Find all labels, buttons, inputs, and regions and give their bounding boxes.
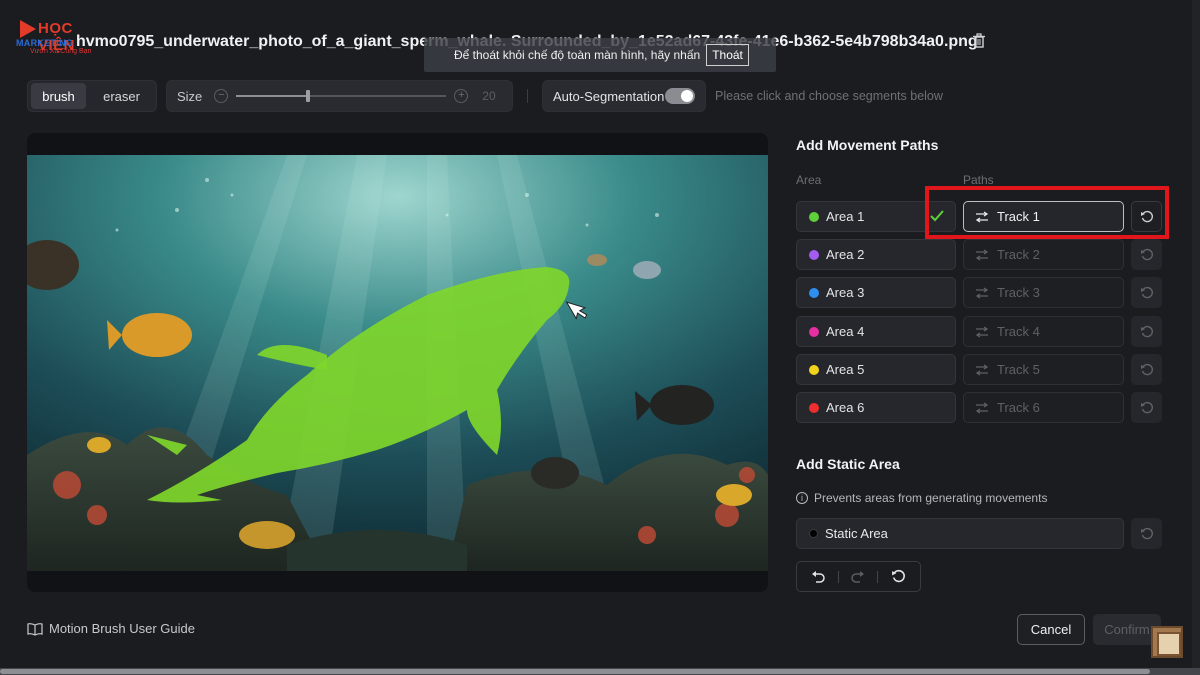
track-3-button[interactable]: Track 3 <box>963 277 1124 308</box>
track-5-reset-button[interactable] <box>1131 354 1162 385</box>
track-2-button[interactable]: Track 2 <box>963 239 1124 270</box>
paths-column-header: Paths <box>963 173 994 187</box>
image-canvas[interactable] <box>27 133 768 592</box>
toolbar-divider <box>527 89 528 103</box>
logo-text-sub: MARKETING <box>16 38 74 48</box>
area-label: Area 1 <box>826 209 865 224</box>
static-area-button[interactable]: Static Area <box>796 518 1124 549</box>
cancel-button[interactable]: Cancel <box>1017 614 1085 645</box>
area-column-header: Area <box>796 173 822 187</box>
underwater-photo[interactable] <box>27 155 768 571</box>
track-2-reset-button[interactable] <box>1131 239 1162 270</box>
path-arrows-icon <box>975 401 989 414</box>
static-area-reset-button[interactable] <box>1131 518 1162 549</box>
path-arrows-icon <box>975 248 989 261</box>
trash-icon[interactable] <box>972 33 986 49</box>
track-4-button[interactable]: Track 4 <box>963 316 1124 347</box>
area-label: Area 2 <box>826 247 865 262</box>
fullscreen-message: Để thoát khỏi chế độ toàn màn hình, hãy … <box>454 48 701 62</box>
movement-paths-title: Add Movement Paths <box>796 137 939 153</box>
eraser-button[interactable]: eraser <box>90 83 153 109</box>
static-area-label: Static Area <box>825 526 888 541</box>
track-6-reset-button[interactable] <box>1131 392 1162 423</box>
track-label: Track 2 <box>997 247 1040 262</box>
reset-all-icon[interactable] <box>891 569 906 584</box>
track-6-button[interactable]: Track 6 <box>963 392 1124 423</box>
segment-hint: Please click and choose segments below <box>715 89 943 103</box>
area-color-dot <box>809 211 819 222</box>
exit-fullscreen-button[interactable]: Thoát <box>706 44 749 66</box>
reset-icon <box>1140 401 1153 413</box>
track-5-button[interactable]: Track 5 <box>963 354 1124 385</box>
track-label: Track 5 <box>997 362 1040 377</box>
size-decrease-button[interactable]: − <box>214 89 229 103</box>
track-1-highlight-box <box>925 186 1169 239</box>
history-controls <box>796 561 921 592</box>
area-6-button[interactable]: Area 6 <box>796 392 956 423</box>
track-3-reset-button[interactable] <box>1131 277 1162 308</box>
undo-icon[interactable] <box>811 570 825 584</box>
user-guide-link[interactable]: Motion Brush User Guide <box>27 621 195 636</box>
area-label: Area 5 <box>826 362 865 377</box>
area-label: Area 4 <box>826 324 865 339</box>
redo-icon[interactable] <box>851 570 865 584</box>
static-area-info-text: Prevents areas from generating movements <box>814 491 1048 505</box>
track-label: Track 6 <box>997 400 1040 415</box>
brush-mode-group: brush eraser <box>27 80 157 112</box>
area-color-dot <box>809 287 819 298</box>
track-label: Track 4 <box>997 324 1040 339</box>
book-icon <box>27 622 43 636</box>
logo-play-icon <box>20 20 36 38</box>
size-slider-fill <box>236 95 308 97</box>
area-5-button[interactable]: Area 5 <box>796 354 956 385</box>
reset-icon <box>1140 527 1153 539</box>
path-arrows-icon <box>975 325 989 338</box>
area-label: Area 6 <box>826 400 865 415</box>
area-color-dot <box>809 402 819 413</box>
reset-icon <box>1140 286 1153 298</box>
user-guide-label: Motion Brush User Guide <box>49 621 195 636</box>
area-3-button[interactable]: Area 3 <box>796 277 956 308</box>
auto-segmentation-toggle[interactable] <box>665 88 695 104</box>
size-increase-button[interactable]: + <box>454 89 469 103</box>
fullscreen-banner: Để thoát khỏi chế độ toàn màn hình, hãy … <box>424 38 776 72</box>
size-value: 20 <box>482 89 496 103</box>
area-4-button[interactable]: Area 4 <box>796 316 956 347</box>
reset-icon <box>1140 363 1153 375</box>
vertical-scrollbar[interactable] <box>1192 0 1200 668</box>
frame-icon <box>1151 626 1183 658</box>
static-area-info: i Prevents areas from generating movemen… <box>796 491 1047 505</box>
reset-icon <box>1140 325 1153 337</box>
history-divider <box>837 570 839 583</box>
static-area-dot <box>809 529 818 538</box>
brush-button[interactable]: brush <box>31 83 87 109</box>
area-color-dot <box>809 364 819 375</box>
static-area-title: Add Static Area <box>796 456 900 472</box>
size-label: Size <box>177 88 203 104</box>
history-divider <box>877 570 879 583</box>
path-arrows-icon <box>975 363 989 376</box>
size-slider-handle[interactable] <box>305 90 310 102</box>
area-color-dot <box>809 249 819 260</box>
area-color-dot <box>809 326 819 337</box>
size-slider[interactable] <box>236 90 447 102</box>
path-arrows-icon <box>975 286 989 299</box>
auto-segmentation-control: Auto-Segmentation <box>542 80 706 112</box>
track-4-reset-button[interactable] <box>1131 316 1162 347</box>
info-icon: i <box>796 492 808 504</box>
reset-icon <box>1140 248 1153 260</box>
size-control: Size − + 20 <box>166 80 513 112</box>
horizontal-scrollbar-thumb[interactable] <box>0 669 1150 674</box>
area-2-button[interactable]: Area 2 <box>796 239 956 270</box>
auto-segmentation-label: Auto-Segmentation <box>553 88 665 104</box>
area-label: Area 3 <box>826 285 865 300</box>
horizontal-scrollbar[interactable] <box>0 668 1200 675</box>
track-label: Track 3 <box>997 285 1040 300</box>
